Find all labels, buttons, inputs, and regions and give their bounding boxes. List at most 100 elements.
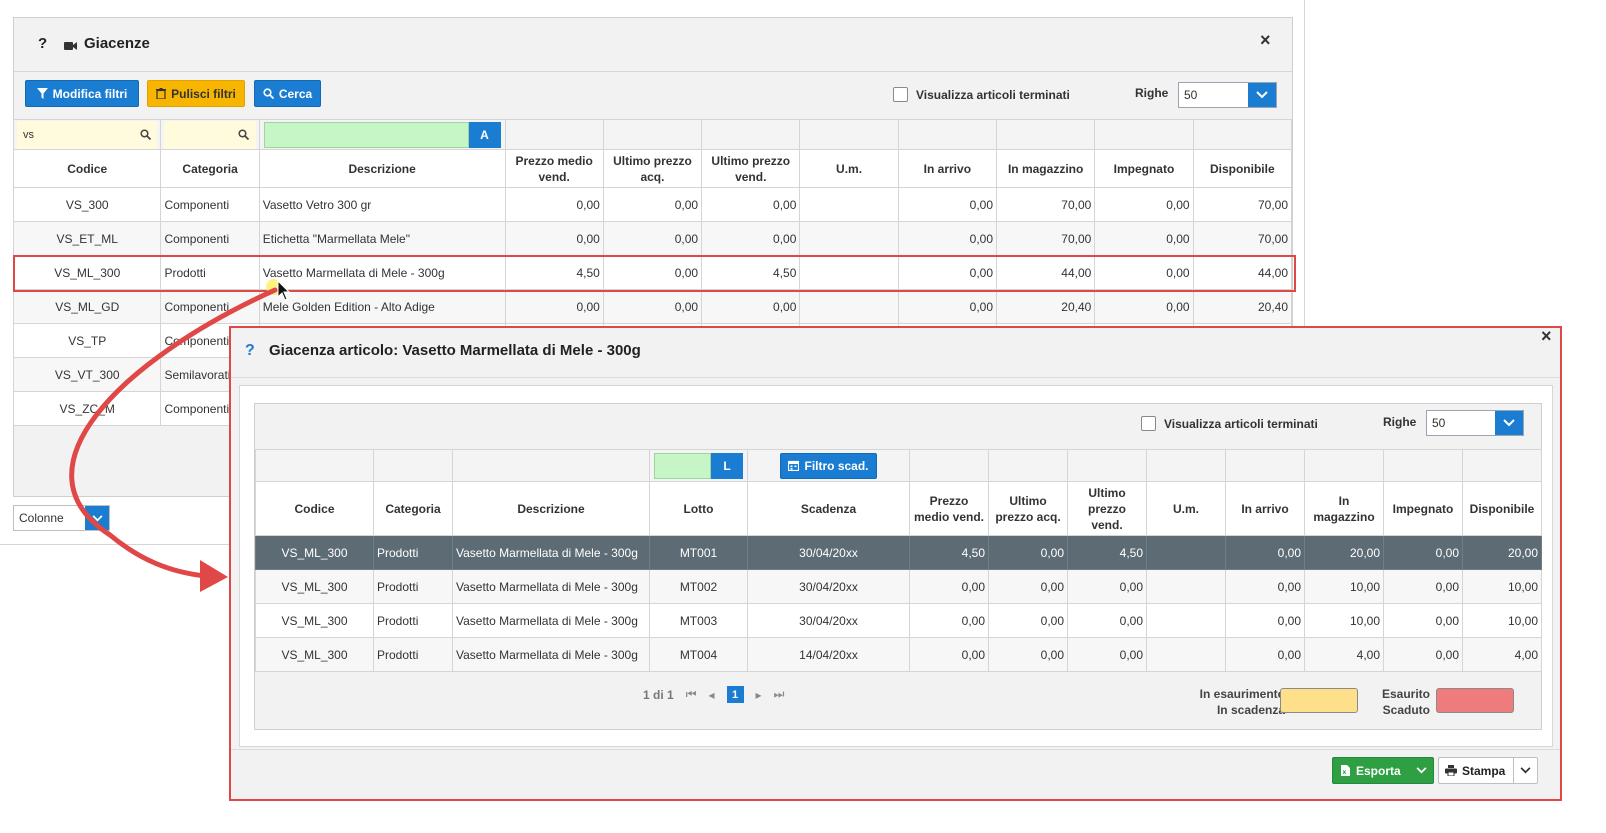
col-header[interactable]: Ultimo prezzo vend. — [1067, 481, 1147, 536]
col-header[interactable]: Prezzo medio vend. — [909, 481, 989, 536]
table-row[interactable]: VS_ML_300 Prodotti Vasetto Marmellata di M… — [255, 603, 1542, 638]
col-header[interactable]: Impegnato — [1383, 481, 1463, 536]
descrizione-filter-input[interactable]: A — [263, 121, 501, 148]
col-header[interactable]: Categoria — [373, 481, 453, 536]
col-header[interactable]: In magazzino — [995, 149, 1096, 188]
modal-title: Giacenza articolo: Vasetto Marmellata di… — [269, 342, 641, 359]
chevron-down-icon[interactable] — [1409, 767, 1433, 774]
chevron-down-icon[interactable] — [1495, 411, 1523, 435]
table-cell: VS_300 — [12, 187, 162, 222]
table-cell: 44,00 — [1192, 255, 1293, 290]
table-cell: 0,00 — [909, 603, 989, 638]
codice-filter-input[interactable]: vs — [17, 120, 158, 149]
show-terminated-checkbox[interactable] — [1141, 416, 1156, 431]
print-button[interactable]: Stampa — [1438, 757, 1538, 784]
col-header[interactable]: Lotto — [649, 481, 748, 536]
lotto-filter-input[interactable]: L — [654, 452, 743, 479]
col-header[interactable]: U.m. — [1146, 481, 1226, 536]
search-icon — [133, 129, 157, 140]
expiry-filter-button[interactable]: Filtro scad. — [780, 452, 877, 479]
lotto-filter-field[interactable] — [654, 452, 711, 479]
prev-page-icon[interactable]: ◂ — [709, 688, 715, 702]
a-filter-button[interactable]: A — [468, 121, 501, 148]
rows-per-page-select[interactable]: 50 — [1426, 410, 1524, 436]
table-row[interactable]: VS_ML_300 Prodotti Vasetto Marmellata di M… — [255, 535, 1542, 570]
table-cell: Prodotti — [373, 603, 453, 638]
show-terminated-checkbox[interactable] — [893, 87, 908, 102]
col-header[interactable]: Ultimo prezzo vend. — [701, 149, 801, 188]
table-cell: VS_ML_300 — [12, 255, 162, 290]
last-page-icon[interactable]: ⏭ — [774, 687, 785, 702]
table-row[interactable]: VS_ML_300 Prodotti Vasetto Marmellata di M… — [12, 255, 1293, 290]
close-icon[interactable]: × — [1260, 30, 1271, 51]
legend-out-line-2: Scaduto — [1382, 703, 1430, 717]
close-icon[interactable]: × — [1541, 326, 1552, 347]
expiry-filter-label: Filtro scad. — [804, 458, 869, 473]
table-cell: 70,00 — [1192, 221, 1293, 256]
rows-label: Righe — [1135, 86, 1169, 100]
col-header[interactable]: Disponibile — [1462, 481, 1542, 536]
col-header[interactable]: Prezzo medio vend. — [504, 149, 604, 188]
col-header[interactable]: In magazzino — [1304, 481, 1384, 536]
table-cell: 70,00 — [995, 221, 1096, 256]
table-body: VS_ML_300 Prodotti Vasetto Marmellata di M… — [255, 535, 1542, 672]
search-icon — [263, 88, 274, 99]
table-cell: Componenti — [160, 289, 260, 324]
legend-out-swatch — [1436, 688, 1514, 713]
table-cell: 0,00 — [988, 603, 1068, 638]
table-cell: 14/04/20xx — [747, 637, 910, 672]
table-row[interactable]: VS_ML_GD Componenti Mele Golden Edition - … — [12, 289, 1293, 324]
calendar-icon — [788, 460, 800, 471]
chevron-down-icon[interactable] — [1513, 758, 1537, 783]
col-header[interactable]: Descrizione — [452, 481, 650, 536]
clear-filters-button[interactable]: Pulisci filtri — [147, 80, 245, 107]
table-cell: Vasetto Vetro 300 gr — [258, 187, 506, 222]
table-cell: 44,00 — [995, 255, 1096, 290]
show-terminated-toggle[interactable]: Visualizza articoli terminati — [1141, 416, 1318, 431]
table-cell: MT004 — [649, 637, 748, 672]
export-button[interactable]: x Esporta — [1332, 757, 1434, 784]
col-header[interactable]: Scadenza — [747, 481, 910, 536]
table-cell — [799, 255, 899, 290]
categoria-filter-input[interactable] — [164, 120, 256, 149]
col-header[interactable]: Ultimo prezzo acq. — [988, 481, 1068, 536]
descrizione-filter-field[interactable] — [263, 121, 469, 148]
table-cell: 0,00 — [897, 255, 998, 290]
col-header[interactable]: Disponibile — [1192, 149, 1293, 188]
col-header[interactable]: Codice — [255, 481, 374, 536]
table-cell: Etichetta "Marmellata Mele" — [258, 221, 506, 256]
rows-per-page-select[interactable]: 50 — [1178, 82, 1277, 108]
table-cell: VS_ML_300 — [255, 603, 374, 638]
col-header[interactable]: Descrizione — [258, 149, 506, 188]
pagination: 1 di 1 ⏮ ◂ 1 ▸ ⏭ — [643, 686, 784, 703]
col-header[interactable]: Impegnato — [1094, 149, 1194, 188]
table-row[interactable]: VS_ET_ML Componenti Etichetta "Marmellata … — [12, 221, 1293, 256]
filter-cell-scadenza: Filtro scad. — [747, 449, 910, 482]
help-button[interactable]: ? — [38, 35, 47, 52]
table-row[interactable]: VS_ML_300 Prodotti Vasetto Marmellata di M… — [255, 569, 1542, 604]
first-page-icon[interactable]: ⏮ — [686, 687, 697, 702]
col-header[interactable]: In arrivo — [897, 149, 998, 188]
search-button[interactable]: Cerca — [254, 80, 321, 107]
next-page-icon[interactable]: ▸ — [756, 688, 762, 702]
show-terminated-toggle[interactable]: Visualizza articoli terminati — [893, 87, 1070, 102]
page-info: 1 di 1 — [643, 687, 674, 702]
chevron-down-icon[interactable] — [85, 506, 109, 530]
table-cell: Componenti — [160, 187, 260, 222]
legend-low-label: In esaurimento In scadenza — [1160, 686, 1285, 718]
col-header[interactable]: Ultimo prezzo acq. — [602, 149, 703, 188]
col-header[interactable]: Codice — [12, 149, 162, 188]
table-row[interactable]: VS_ML_300 Prodotti Vasetto Marmellata di M… — [255, 637, 1542, 672]
table-cell: 0,00 — [1067, 603, 1147, 638]
l-filter-button[interactable]: L — [711, 452, 743, 479]
table-row[interactable]: VS_300 Componenti Vasetto Vetro 300 gr 0,00… — [12, 187, 1293, 222]
help-button[interactable]: ? — [245, 342, 255, 360]
col-header[interactable]: Categoria — [160, 149, 260, 188]
edit-filters-button[interactable]: Modifica filtri — [25, 80, 139, 107]
col-header[interactable]: In arrivo — [1225, 481, 1305, 536]
columns-button[interactable]: Colonne — [13, 505, 110, 531]
rows-per-page-value: 50 — [1184, 88, 1198, 102]
col-header[interactable]: U.m. — [799, 149, 899, 188]
current-page-button[interactable]: 1 — [726, 686, 744, 703]
chevron-down-icon[interactable] — [1248, 83, 1276, 107]
